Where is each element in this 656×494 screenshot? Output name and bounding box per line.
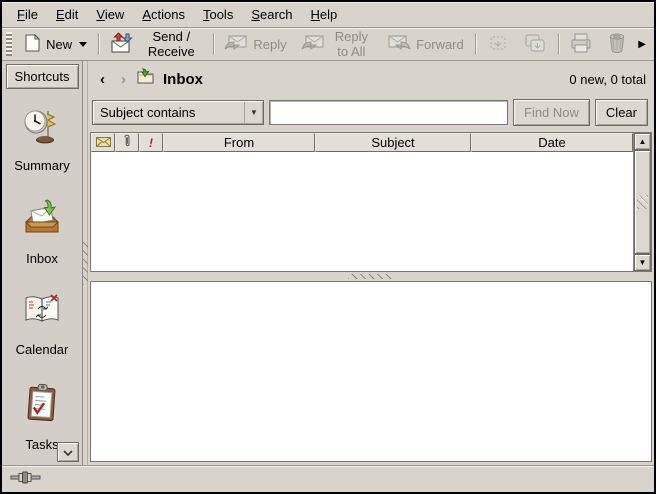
copy-to-folder-button[interactable] — [516, 29, 554, 59]
toolbar-separator — [213, 33, 214, 55]
print-button[interactable] — [562, 29, 600, 59]
folder-icon — [136, 68, 155, 90]
menu-search[interactable]: Search — [242, 4, 301, 25]
folder-title: Inbox — [163, 71, 203, 88]
message-list-scrollbar: ▲ ▼ — [633, 133, 651, 271]
scrollbar-thumb[interactable] — [634, 150, 651, 254]
forward-nav-button[interactable]: › — [115, 72, 132, 87]
preview-splitter[interactable] — [88, 272, 654, 281]
sidebar-item-calendar[interactable]: Calendar — [16, 291, 69, 357]
menu-edit[interactable]: Edit — [47, 4, 87, 25]
search-criteria-dropdown[interactable]: Subject contains ▼ — [92, 100, 264, 125]
print-icon — [569, 32, 593, 57]
forward-button[interactable]: Forward — [380, 29, 471, 59]
online-status-icon[interactable] — [10, 470, 44, 489]
new-button[interactable]: New — [16, 29, 94, 59]
column-subject[interactable]: Subject — [315, 133, 471, 152]
inbox-icon — [20, 198, 64, 245]
sidebar-splitter[interactable] — [83, 61, 88, 465]
splitter-grip — [83, 241, 88, 285]
main-area: Shortcuts — [2, 61, 654, 465]
toolbar-separator — [558, 33, 559, 55]
forward-icon — [387, 33, 411, 56]
sidebar-item-summary[interactable]: Summary — [14, 105, 70, 173]
shortcuts-group-button[interactable]: Shortcuts — [6, 64, 79, 89]
scroll-up-button[interactable]: ▲ — [634, 133, 651, 150]
reply-all-icon — [301, 33, 325, 56]
menu-help[interactable]: Help — [302, 4, 347, 25]
move-to-folder-icon — [487, 33, 509, 56]
menu-tools[interactable]: Tools — [194, 4, 242, 25]
message-list-body[interactable] — [91, 152, 633, 271]
folder-message-count: 0 new, 0 total — [569, 72, 646, 87]
new-message-icon — [23, 33, 41, 56]
column-attachment[interactable] — [115, 133, 139, 152]
combo-arrow-icon: ▼ — [244, 102, 263, 123]
shortcut-items: Summary Inbox — [14, 89, 70, 452]
reply-button[interactable]: Reply — [217, 29, 293, 59]
envelope-icon — [96, 135, 111, 150]
sidebar-item-inbox[interactable]: Inbox — [20, 198, 64, 266]
chevron-down-icon — [63, 445, 73, 460]
content-area: ‹ › Inbox 0 new, 0 total Subject contain… — [88, 61, 654, 465]
copy-to-folder-icon — [523, 33, 547, 56]
sidebar-item-label: Inbox — [26, 251, 58, 266]
search-input[interactable] — [269, 100, 508, 125]
toolbar: New Send / Receive — [2, 28, 654, 61]
sidebar-scroll-down-button[interactable] — [57, 442, 79, 462]
column-date[interactable]: Date — [471, 133, 633, 152]
priority-icon: ! — [149, 136, 153, 150]
reply-all-label: Reply to All — [330, 29, 373, 59]
toolbar-grip[interactable] — [6, 32, 12, 56]
clear-button[interactable]: Clear — [595, 99, 648, 126]
scrollbar-thumb-grip — [637, 195, 648, 209]
chevron-down-icon — [79, 42, 87, 47]
paperclip-icon — [123, 134, 131, 151]
reply-label: Reply — [253, 37, 286, 52]
message-list-header: ! From Subject Date — [91, 133, 633, 152]
sidebar-item-label: Tasks — [25, 437, 58, 452]
search-bar: Subject contains ▼ Find Now Clear — [88, 97, 654, 132]
sidebar-item-label: Summary — [14, 158, 70, 173]
sidebar-item-label: Calendar — [16, 342, 69, 357]
toolbar-separator — [475, 33, 476, 55]
toolbar-separator — [98, 33, 99, 55]
toolbar-overflow-arrow-icon[interactable]: ▶ — [634, 39, 650, 50]
forward-label: Forward — [416, 37, 464, 52]
scroll-down-button[interactable]: ▼ — [634, 254, 651, 271]
preview-pane[interactable] — [90, 281, 652, 462]
menu-file[interactable]: File — [8, 4, 47, 25]
message-list: ! From Subject Date ▲ ▼ — [90, 132, 652, 272]
reply-to-all-button[interactable]: Reply to All — [294, 29, 380, 59]
send-receive-icon — [110, 32, 136, 57]
move-to-folder-button[interactable] — [480, 29, 516, 59]
column-priority[interactable]: ! — [139, 133, 163, 152]
evolution-window: File Edit View Actions Tools Search Help… — [0, 0, 656, 494]
back-button[interactable]: ‹ — [94, 72, 111, 87]
tasks-icon — [21, 382, 63, 431]
shortcuts-sidebar: Shortcuts — [2, 61, 83, 465]
calendar-icon — [20, 291, 64, 336]
column-message-status[interactable] — [91, 133, 115, 152]
menu-view[interactable]: View — [87, 4, 133, 25]
folder-header: ‹ › Inbox 0 new, 0 total — [88, 61, 654, 97]
find-now-button[interactable]: Find Now — [513, 99, 590, 126]
menu-bar: File Edit View Actions Tools Search Help — [2, 2, 654, 28]
send-receive-label: Send / Receive — [141, 29, 202, 59]
new-button-label: New — [46, 37, 72, 52]
search-criteria-value: Subject contains — [100, 105, 195, 120]
delete-button[interactable] — [600, 29, 634, 59]
splitter-grip — [348, 274, 394, 279]
status-bar — [2, 465, 654, 492]
menu-actions[interactable]: Actions — [133, 4, 194, 25]
summary-clock-icon — [21, 105, 63, 152]
send-receive-button[interactable]: Send / Receive — [103, 29, 209, 59]
reply-icon — [224, 33, 248, 56]
trash-icon — [607, 32, 627, 57]
column-from[interactable]: From — [163, 133, 315, 152]
